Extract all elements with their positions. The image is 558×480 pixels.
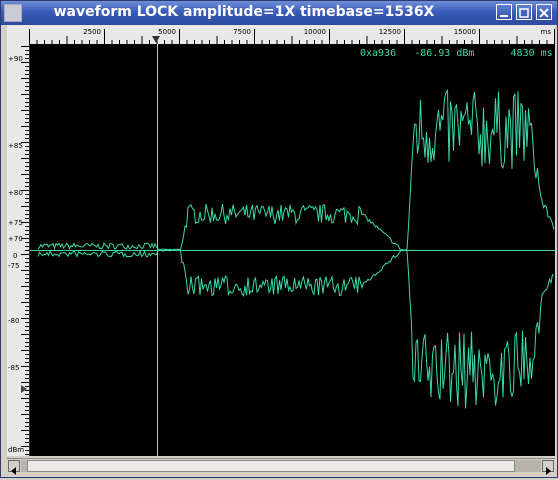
close-icon xyxy=(539,8,549,18)
close-button[interactable] xyxy=(536,4,552,20)
window-title: waveform LOCK amplitude=1X timebase=1536… xyxy=(53,4,435,20)
triangle-marker-icon[interactable] xyxy=(152,36,160,43)
time-tick-label: 2500 xyxy=(83,28,101,36)
minimize-button[interactable] xyxy=(496,4,512,20)
amplitude-tick-label: +85 xyxy=(8,142,23,150)
waveform-upper-trace xyxy=(37,88,555,251)
readout-time: 4830 ms xyxy=(510,48,553,59)
amplitude-ruler[interactable]: +90 +85 +80 +75 +70 0 -75 -80 -85 dBm xyxy=(7,44,30,456)
maximize-icon xyxy=(519,8,529,18)
cursor-readout: 0xa936 -86.93 dBm 4830 ms xyxy=(360,48,553,59)
amplitude-tick-label: -80 xyxy=(8,317,19,325)
amplitude-tick-label: +75 xyxy=(8,219,23,227)
waveform-lower-trace xyxy=(37,249,555,409)
waveform-plot[interactable]: 0xa936 -86.93 dBm 4830 ms xyxy=(30,44,555,456)
time-tick-label: 15000 xyxy=(454,28,476,36)
amplitude-tick-label: +70 xyxy=(8,235,23,243)
scroll-right-button[interactable] xyxy=(542,460,554,475)
minimize-icon xyxy=(500,15,508,17)
waveform-window: waveform LOCK amplitude=1X timebase=1536… xyxy=(0,0,558,478)
right-arrow-icon xyxy=(546,467,551,475)
time-ruler[interactable]: 2500 5000 7500 10000 12500 15000 ms xyxy=(29,25,555,45)
readout-level: -86.93 dBm xyxy=(414,48,475,59)
readout-address: 0xa936 xyxy=(360,48,397,59)
time-tick-label: 12500 xyxy=(379,28,401,36)
time-tick-label: 5000 xyxy=(158,28,176,36)
maximize-button[interactable] xyxy=(516,4,532,20)
amplitude-tick-label: -85 xyxy=(8,364,19,372)
time-tick-label: 10000 xyxy=(304,28,326,36)
time-tick-label: 7500 xyxy=(233,28,251,36)
ruler-corner xyxy=(7,25,29,44)
amplitude-tick-label: -75 xyxy=(8,262,19,270)
left-arrow-icon xyxy=(11,467,16,475)
amplitude-tick-label: +90 xyxy=(8,55,23,63)
amplitude-unit-label: dBm xyxy=(8,446,24,454)
title-bar[interactable]: waveform LOCK amplitude=1X timebase=1536… xyxy=(1,1,557,25)
time-unit-label: ms xyxy=(541,28,552,36)
scroll-thumb[interactable] xyxy=(27,460,515,472)
scroll-left-button[interactable] xyxy=(8,460,20,475)
amplitude-center-label: 0 xyxy=(13,252,17,260)
amplitude-tick-label: +80 xyxy=(8,189,23,197)
horizontal-scrollbar[interactable] xyxy=(7,458,555,475)
